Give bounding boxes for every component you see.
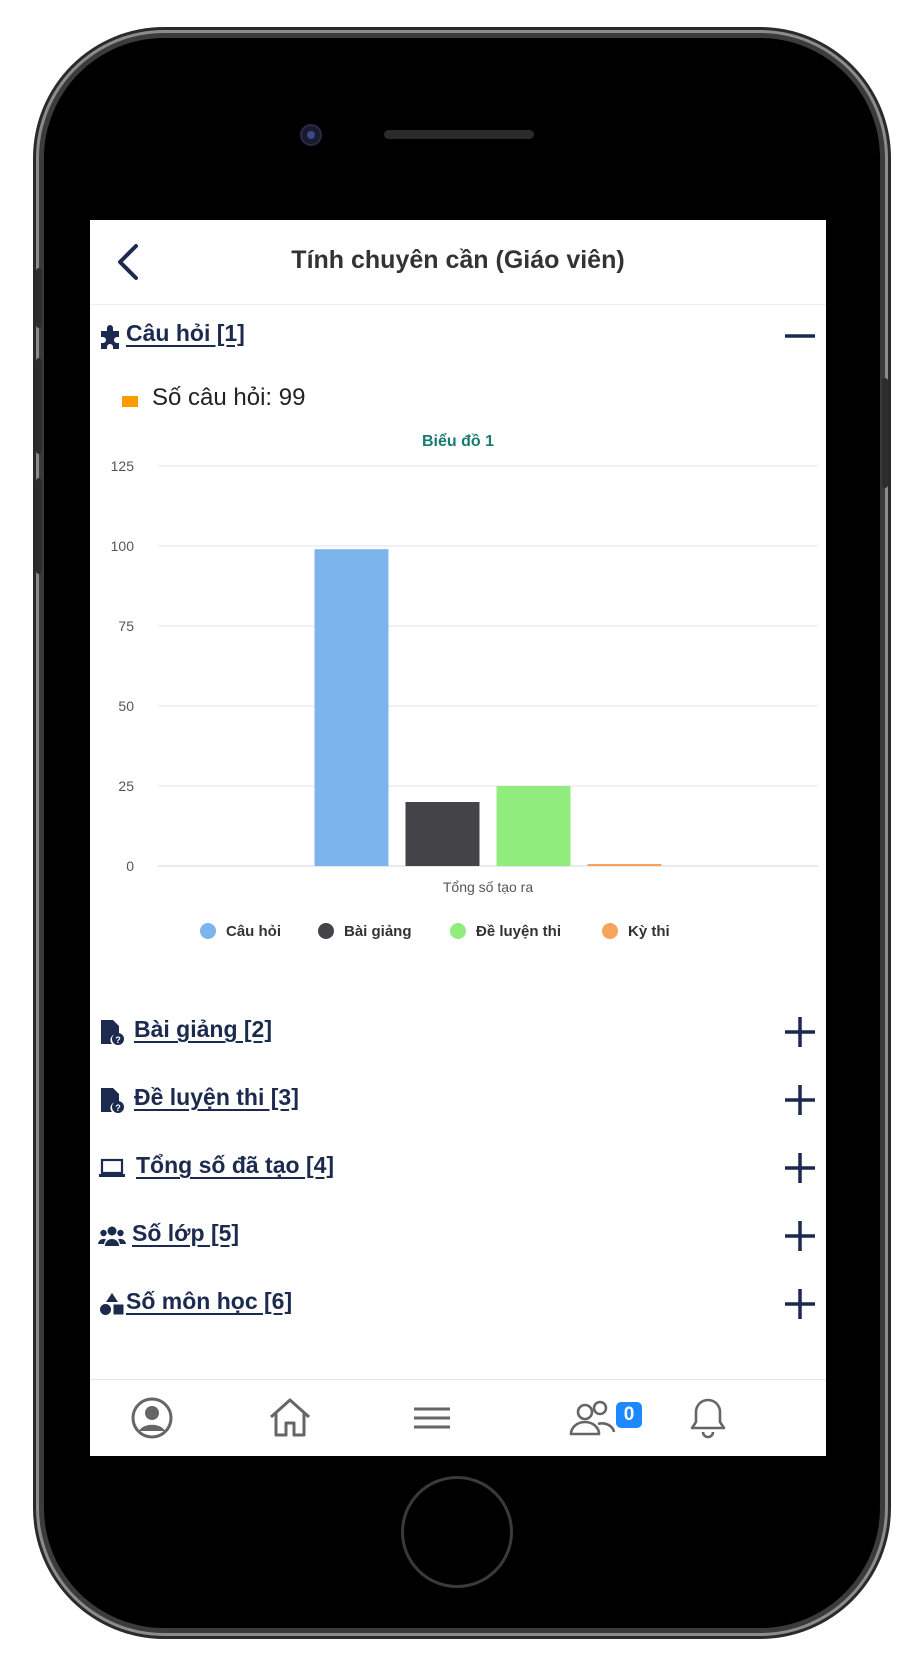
count-text: Số câu hỏi: 99 (152, 384, 306, 411)
section-label[interactable]: Tổng số đã tạo [4] (136, 1152, 334, 1179)
notification-badge: 0 (616, 1402, 642, 1428)
chart-title: Biểu đồ 1 (422, 432, 494, 450)
chart-bar (405, 802, 480, 866)
volume-down-button (36, 478, 42, 574)
svg-text:?: ? (115, 1035, 121, 1045)
tab-home[interactable] (266, 1394, 314, 1442)
plus-icon[interactable] (782, 1218, 818, 1254)
tab-menu[interactable] (408, 1394, 456, 1442)
y-tick-label: 25 (118, 778, 134, 794)
section-label[interactable]: Số lớp [5] (132, 1220, 239, 1247)
section-label[interactable]: Câu hỏi [1] (126, 320, 245, 347)
shapes-icon (100, 1293, 124, 1315)
bar-chart: Biểu đồ 1 0 25 50 75 100 125 Tổng số tạo ra Câu … (111, 432, 818, 940)
menu-icon (414, 1407, 450, 1429)
y-tick-label: 125 (111, 458, 135, 474)
chart-bar (587, 864, 662, 866)
home-button[interactable] (401, 1476, 513, 1588)
legend-label: Đề luyện thi (476, 923, 561, 940)
bottom-tab-bar: 0 (90, 1379, 826, 1456)
legend-marker (200, 923, 216, 939)
legend-marker (318, 923, 334, 939)
tab-group[interactable] (568, 1394, 616, 1442)
section-label[interactable]: Số môn học [6] (126, 1288, 292, 1315)
section-so-mon-hoc[interactable]: Số môn học [6] (90, 1282, 826, 1326)
tab-profile[interactable] (128, 1394, 176, 1442)
y-tick-label: 100 (111, 538, 135, 554)
plus-icon[interactable] (782, 1286, 818, 1322)
x-tick-label: Tổng số tạo ra (443, 879, 533, 895)
y-tick-label: 0 (126, 858, 134, 874)
plus-icon[interactable] (782, 1150, 818, 1186)
app-screen: Tính chuyên cần (Giáo viên) Câu hỏi [1] … (90, 220, 826, 1456)
legend-label: Kỳ thi (628, 923, 670, 940)
legend-marker (602, 923, 618, 939)
home-icon (269, 1398, 311, 1437)
svg-text:?: ? (115, 1103, 121, 1113)
file-question-icon: ? (101, 1020, 124, 1045)
page-title: Tính chuyên cần (Giáo viên) (291, 246, 625, 274)
y-tick-label: 75 (118, 618, 134, 634)
section-de-luyen-thi[interactable]: ? Đề luyện thi [3] (90, 1078, 826, 1122)
section-bai-giang[interactable]: ? Bài giảng [2] (90, 1010, 826, 1054)
power-button (882, 378, 888, 488)
legend-label: Câu hỏi (226, 923, 281, 940)
y-tick-label: 50 (118, 698, 134, 714)
plus-icon[interactable] (782, 1014, 818, 1050)
laptop-icon (99, 1158, 125, 1177)
group-icon (569, 1400, 616, 1436)
section-tong-so-da-tao[interactable]: Tổng số đã tạo [4] (90, 1146, 826, 1190)
puzzle-icon (101, 325, 119, 349)
earpiece-speaker (384, 130, 534, 139)
section-cau-hoi[interactable]: Câu hỏi [1] (90, 314, 826, 358)
front-camera (300, 124, 322, 146)
app-header: Tính chuyên cần (Giáo viên) (90, 220, 826, 305)
count-swatch (122, 396, 138, 407)
profile-icon (131, 1397, 173, 1439)
section-label[interactable]: Bài giảng [2] (134, 1016, 272, 1043)
chart-bar (496, 786, 571, 866)
minus-icon[interactable] (782, 318, 818, 354)
volume-up-button (36, 358, 42, 454)
section-label[interactable]: Đề luyện thi [3] (134, 1084, 299, 1111)
legend-label: Bài giảng (344, 923, 412, 940)
plus-icon[interactable] (782, 1082, 818, 1118)
tab-notifications[interactable] (684, 1394, 732, 1442)
chart-bar (314, 549, 389, 866)
mute-switch (36, 268, 42, 328)
legend-marker (450, 923, 466, 939)
section-so-lop[interactable]: Số lớp [5] (90, 1214, 826, 1258)
file-question-icon: ? (101, 1088, 124, 1113)
bell-icon (690, 1398, 726, 1439)
users-icon (98, 1226, 126, 1246)
